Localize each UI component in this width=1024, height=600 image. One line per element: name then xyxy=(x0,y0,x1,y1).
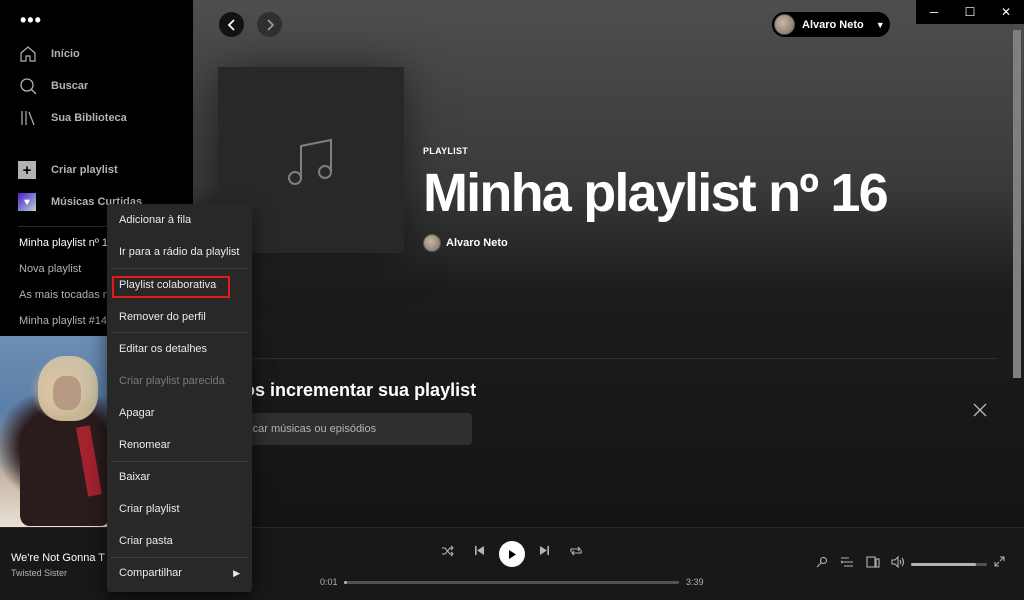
fullscreen-icon[interactable] xyxy=(994,556,1005,570)
previous-icon[interactable] xyxy=(474,545,485,559)
spotify-window: ••• Início Buscar Sua Biblioteca + Criar… xyxy=(0,0,1024,600)
menu-item-delete[interactable]: Apagar xyxy=(107,397,252,429)
highlight-box xyxy=(112,276,230,298)
menu-item-share[interactable]: Compartilhar ▶ xyxy=(107,557,252,589)
chevron-right-icon xyxy=(266,18,274,31)
minimize-icon[interactable]: ─ xyxy=(916,0,952,24)
progress-fill xyxy=(344,581,348,584)
menu-item-edit-details[interactable]: Editar os detalhes xyxy=(107,333,252,365)
playlist-owner[interactable]: Alvaro Neto xyxy=(423,234,508,252)
heart-icon: ♥ xyxy=(18,193,36,211)
menu-item-add-to-queue[interactable]: Adicionar à fila xyxy=(107,204,252,236)
forward-button[interactable] xyxy=(257,12,282,37)
back-button[interactable] xyxy=(219,12,244,37)
progress-bar[interactable] xyxy=(344,581,679,584)
devices-icon[interactable] xyxy=(866,556,880,571)
nav-home-label: Início xyxy=(51,48,80,60)
volume-fill xyxy=(911,563,976,566)
play-icon xyxy=(509,549,516,559)
recommend-heading: nos incrementar sua playlist xyxy=(233,380,477,400)
search-icon xyxy=(18,76,38,96)
menu-item-create-similar: Criar playlist parecida xyxy=(119,375,225,387)
playlist-title[interactable]: Minha playlist nº 16 xyxy=(423,162,889,224)
nav-home[interactable]: Início xyxy=(18,42,80,66)
library-icon xyxy=(18,108,38,128)
elapsed-time: 0:01 xyxy=(320,577,338,587)
maximize-icon[interactable]: ☐ xyxy=(952,0,988,24)
chevron-left-icon xyxy=(227,18,235,31)
microphone-icon[interactable] xyxy=(816,556,828,571)
track-artist[interactable]: Twisted Sister xyxy=(11,568,67,578)
submenu-arrow-icon: ▶ xyxy=(233,567,240,578)
section-divider xyxy=(233,358,998,359)
nav-library-label: Sua Biblioteca xyxy=(51,112,127,124)
context-menu: Adicionar à fila Ir para a rádio da play… xyxy=(107,204,252,592)
nav-library[interactable]: Sua Biblioteca xyxy=(18,106,127,130)
create-playlist-label: Criar playlist xyxy=(51,164,118,176)
nav-search[interactable]: Buscar xyxy=(18,74,88,98)
caret-down-icon: ▼ xyxy=(875,19,885,30)
menu-item-rename[interactable]: Renomear xyxy=(107,429,252,461)
user-name: Alvaro Neto xyxy=(802,18,864,31)
next-icon[interactable] xyxy=(539,545,550,559)
play-button[interactable] xyxy=(499,541,525,567)
home-icon xyxy=(18,44,38,64)
shuffle-icon[interactable] xyxy=(441,545,454,560)
track-title[interactable]: We're Not Gonna T xyxy=(11,552,105,564)
owner-avatar xyxy=(423,234,441,252)
scrollbar[interactable] xyxy=(1013,30,1021,378)
menu-item-remove-from-profile[interactable]: Remover do perfil xyxy=(107,301,252,333)
avatar xyxy=(774,14,795,35)
menu-item-playlist-radio[interactable]: Ir para a rádio da playlist xyxy=(107,236,252,268)
repeat-icon[interactable] xyxy=(569,545,583,560)
close-icon[interactable] xyxy=(973,400,987,423)
duration-time: 3:39 xyxy=(686,577,704,587)
volume-icon[interactable] xyxy=(891,555,905,571)
menu-item-create-folder[interactable]: Criar pasta xyxy=(107,525,252,557)
music-note-icon xyxy=(288,138,332,185)
search-input[interactable]: uscar músicas ou episódios xyxy=(233,413,472,445)
menu-dots-button[interactable]: ••• xyxy=(20,11,42,29)
create-playlist-button[interactable]: + Criar playlist xyxy=(18,158,118,182)
main-content: Alvaro Neto ▼ PLAYLIST Minha playlist nº… xyxy=(193,0,1024,527)
queue-icon[interactable] xyxy=(840,556,854,571)
close-window-icon[interactable]: ✕ xyxy=(988,0,1024,24)
nav-search-label: Buscar xyxy=(51,80,89,92)
window-controls: ─ ☐ ✕ xyxy=(916,0,1024,24)
volume-slider[interactable] xyxy=(911,563,987,566)
menu-item-download[interactable]: Baixar xyxy=(107,461,252,493)
menu-item-share-label: Compartilhar xyxy=(119,567,182,579)
user-menu-button[interactable]: Alvaro Neto ▼ xyxy=(772,12,890,37)
plus-icon: + xyxy=(18,161,36,179)
playlist-owner-name: Alvaro Neto xyxy=(446,237,508,249)
menu-item-create-playlist[interactable]: Criar playlist xyxy=(107,493,252,525)
playlist-type-label: PLAYLIST xyxy=(423,146,469,156)
